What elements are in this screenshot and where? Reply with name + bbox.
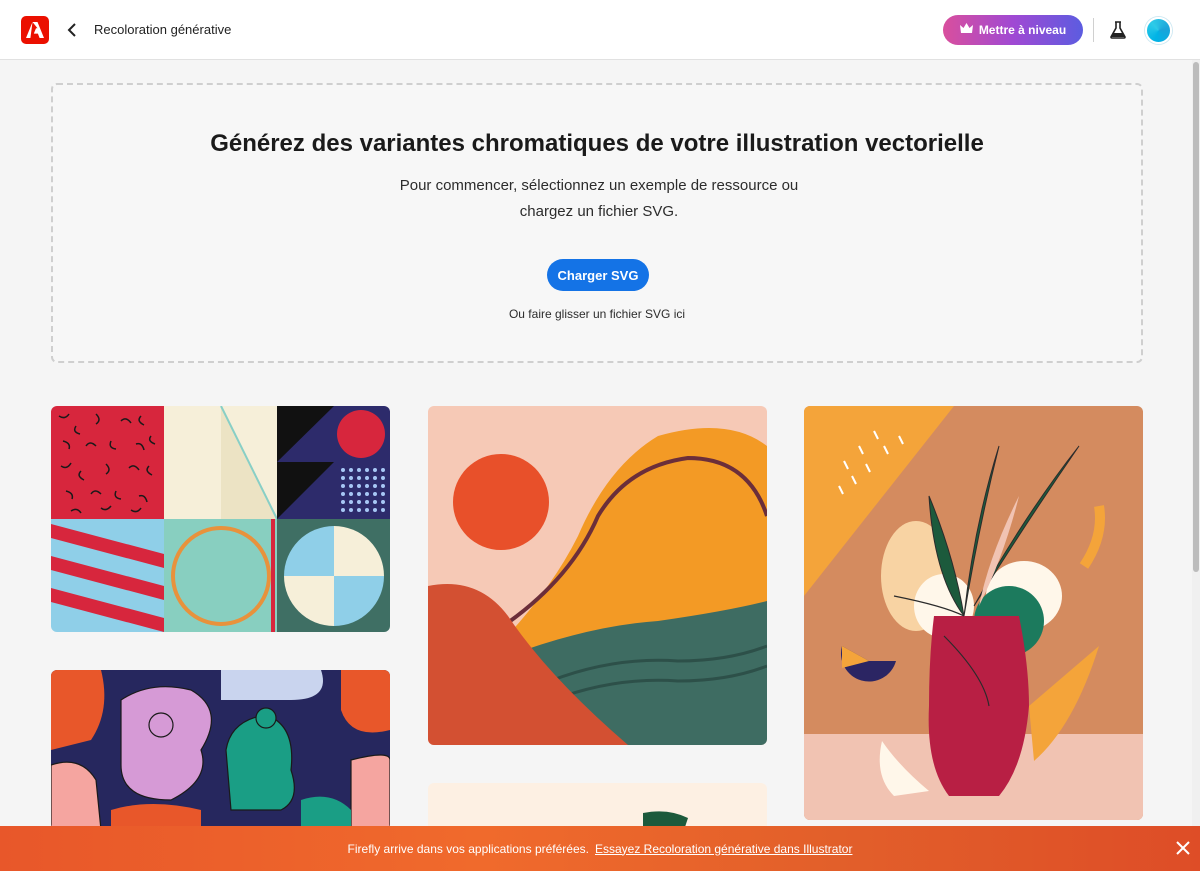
sample-card-characters[interactable] [51,670,390,830]
sample-card-landscape[interactable] [428,406,767,745]
dropzone-heading: Générez des variantes chromatiques de vo… [210,130,984,157]
sample-card-plant[interactable] [804,406,1143,820]
upgrade-label: Mettre à niveau [978,23,1067,37]
plant-vase-illustration [804,406,1143,820]
sample-card-geometric[interactable] [51,406,390,632]
header-divider [1093,18,1094,42]
adobe-logo-icon[interactable] [21,16,49,44]
banner-text: Firefly arrive dans vos applications pré… [347,841,589,856]
top-bar: Recoloration générative Mettre à niveau [0,0,1200,60]
avatar[interactable] [1145,17,1172,44]
upload-dropzone[interactable]: Générez des variantes chromatiques de vo… [51,83,1143,363]
close-icon[interactable] [1174,839,1192,857]
geometric-patterns-illustration [51,406,390,632]
upload-svg-button[interactable]: Charger SVG [547,259,649,291]
characters-illustration [51,670,390,830]
scrollbar-thumb[interactable] [1193,62,1199,572]
drag-hint: Ou faire glisser un fichier SVG ici [508,307,686,321]
upgrade-button[interactable]: Mettre à niveau [943,15,1083,45]
flask-icon[interactable] [1108,18,1128,42]
page-title: Recoloration générative [94,22,232,37]
promo-banner: Firefly arrive dans vos applications pré… [0,826,1200,871]
dropzone-subtext: Pour commencer, sélectionnez un exemple … [399,177,799,220]
landscape-illustration [428,406,767,745]
crown-icon [959,23,973,37]
banner-link[interactable]: Essayez Recoloration générative dans Ill… [595,842,852,856]
chevron-left-icon[interactable] [62,18,82,42]
